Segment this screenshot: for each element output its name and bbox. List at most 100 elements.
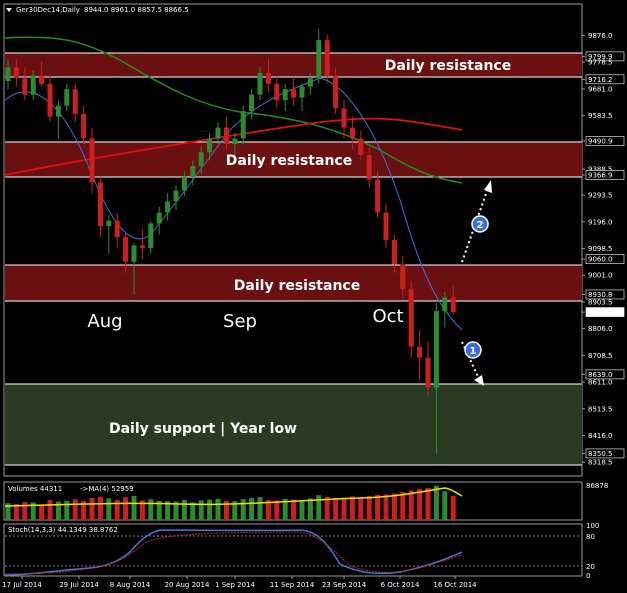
ohlc-readout: 8944.0 8961.0 8857.5 8866.5	[84, 6, 189, 14]
candle-body	[425, 357, 431, 388]
price-tick-label: 9293.5	[588, 192, 613, 200]
dropdown-triangle-icon[interactable]	[6, 8, 12, 12]
volume-bar	[131, 496, 137, 520]
price-tick-label: 9778.5	[588, 59, 613, 67]
date-tick-label: 16 Oct 2014	[433, 581, 477, 589]
month-label-sep: Sep	[223, 311, 257, 332]
volume-bar	[123, 497, 129, 520]
stoch-tick-20: 20	[586, 563, 595, 571]
candle-body	[408, 289, 414, 347]
volume-bar	[450, 496, 456, 520]
candle-body	[249, 94, 255, 112]
volume-bar	[307, 498, 313, 520]
candle-body	[55, 105, 61, 117]
price-tick-label: 8806.0	[588, 325, 613, 333]
date-tick-label: 29 Jul 2014	[59, 581, 99, 589]
candle-body	[375, 179, 381, 213]
support-label: Daily support | Year low	[109, 421, 297, 437]
resistance-label-middle: Daily resistance	[226, 153, 352, 169]
price-tick-label: 9583.5	[588, 112, 613, 120]
price-tick-label: 9876.0	[588, 32, 613, 40]
price-tick-label: 9490.9	[588, 138, 613, 146]
volume-bar	[400, 492, 406, 520]
candle-body	[383, 212, 389, 240]
price-chart: Daily resistance Daily resistance Daily …	[2, 3, 625, 589]
candle-body	[131, 245, 137, 262]
candle-body	[106, 220, 112, 227]
volume-bar	[72, 499, 78, 520]
candle-body	[39, 75, 45, 84]
candle-body	[274, 83, 280, 101]
date-tick-label: 11 Sep 2014	[270, 581, 315, 589]
candle-body	[450, 297, 456, 313]
candle-body	[265, 72, 271, 84]
volume-bar	[274, 500, 280, 520]
candle-body	[257, 72, 263, 95]
candle-body	[240, 111, 246, 139]
volume-bar	[375, 494, 381, 520]
stoch-tick-100: 100	[586, 522, 599, 530]
candle-body	[165, 201, 171, 213]
volume-bar	[425, 488, 431, 520]
candle-body	[391, 239, 397, 265]
volume-label: Volumes 44311	[8, 485, 62, 493]
price-tick-label: 8513.5	[588, 405, 613, 413]
month-label-oct: Oct	[372, 306, 403, 327]
volume-ma-label: ->MA(4) 52959	[80, 485, 134, 493]
volume-bar	[198, 500, 204, 520]
price-tick-label: 9366.9	[588, 171, 613, 179]
candle-body	[299, 86, 305, 98]
volume-bar	[433, 485, 439, 520]
candle-body	[291, 89, 297, 98]
candle-body	[181, 176, 187, 191]
stoch-label: Stoch(14,3,3) 44.1349 38.8762	[8, 526, 118, 534]
candle-body	[400, 264, 406, 290]
marker-2-label: 2	[477, 220, 484, 231]
candle-body	[198, 152, 204, 166]
candle-body	[316, 39, 322, 79]
date-axis: 17 Jul 2014 29 Jul 2014 8 Aug 2014 20 Aug 2…	[2, 576, 477, 589]
date-tick-label: 6 Oct 2014	[381, 581, 420, 589]
price-tick-label: 8416.0	[588, 432, 613, 440]
price-tick-label: 9060.0	[588, 256, 613, 264]
candle-body	[307, 78, 313, 87]
candle-body	[30, 75, 36, 95]
candle-body	[156, 212, 162, 224]
volume-bar	[190, 502, 196, 520]
candle-body	[22, 78, 28, 95]
symbol-title: Ger30Dec14,Daily	[16, 6, 80, 14]
candle-body	[333, 75, 339, 109]
volume-bar	[47, 500, 53, 520]
volume-bar	[106, 498, 112, 520]
volume-bar	[89, 498, 95, 520]
price-tick-label: 9001.0	[588, 272, 613, 280]
date-tick-label: 23 Sep 2014	[322, 581, 367, 589]
candle-body	[139, 245, 145, 249]
candle-body	[173, 190, 179, 202]
volume-bar	[324, 496, 330, 520]
price-tick-label: 9681.0	[588, 85, 613, 93]
candle-body	[47, 83, 53, 117]
volume-bar	[39, 504, 45, 520]
candle-body	[81, 113, 87, 139]
candle-body	[349, 127, 355, 139]
price-axis: 9876.09799.99778.59716.29681.09583.59490…	[582, 32, 625, 467]
candle-body	[232, 138, 238, 145]
date-tick-label: 1 Sep 2014	[215, 581, 255, 589]
price-tick-label: 9196.0	[588, 218, 613, 226]
candle-body	[123, 237, 129, 262]
candle-body	[215, 127, 221, 139]
stoch-signal-line	[4, 531, 463, 575]
volume-bar	[383, 494, 389, 520]
volume-bar	[417, 488, 423, 520]
candle-body	[13, 67, 19, 79]
candle-body	[366, 154, 372, 180]
volume-bar	[207, 499, 213, 520]
volume-axis-tick: 86878	[586, 482, 608, 490]
volume-bars	[5, 485, 456, 520]
candle-body	[358, 138, 364, 155]
price-tick-label: 8350.5	[588, 450, 613, 458]
volume-bar	[291, 499, 297, 520]
month-label-aug: Aug	[87, 311, 122, 332]
volume-bar	[257, 497, 263, 520]
